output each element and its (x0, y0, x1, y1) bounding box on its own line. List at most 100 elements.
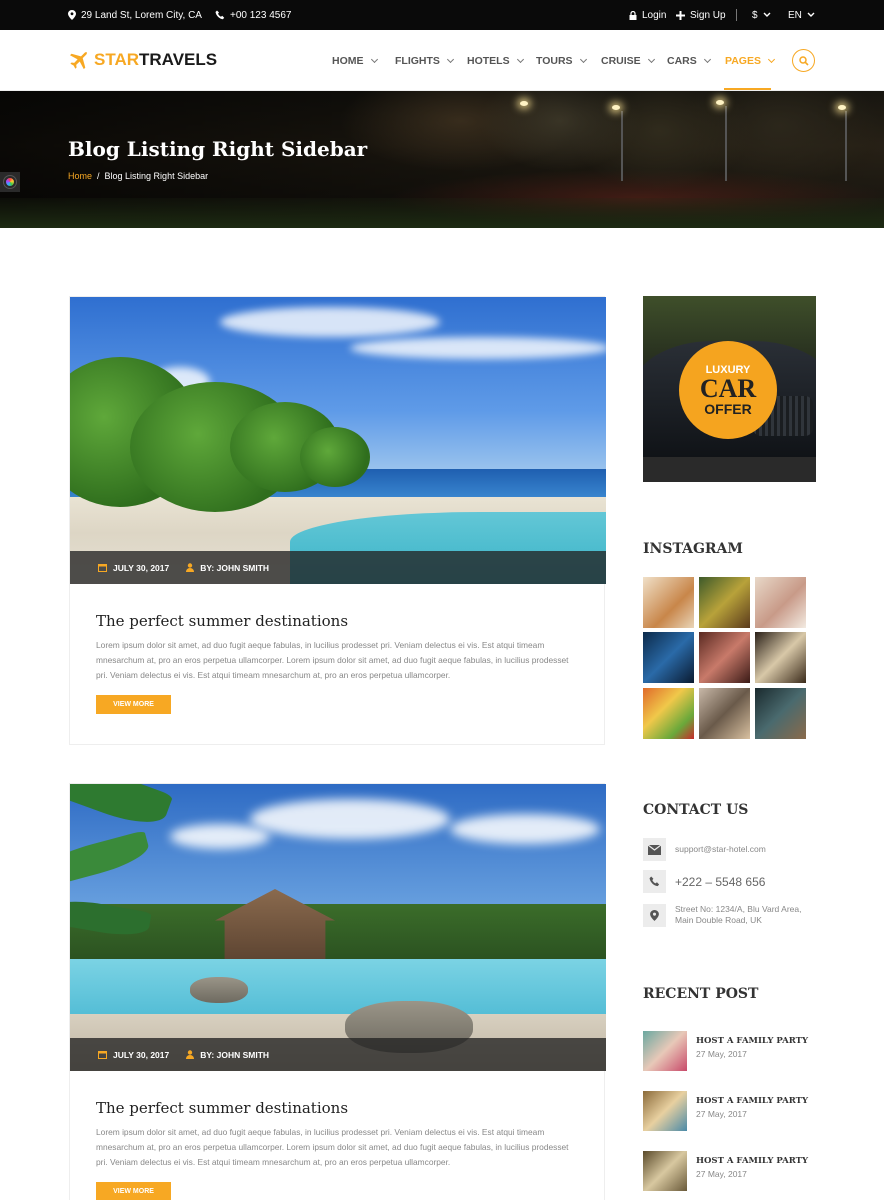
search-button[interactable] (792, 49, 815, 72)
offer-line-2: CAR (699, 373, 757, 403)
post-image-beach[interactable]: JULY 30, 2017 BY: JOHN SMITH (70, 297, 606, 584)
instagram-photo[interactable] (643, 688, 694, 739)
offer-line-3: OFFER (704, 400, 752, 417)
main-header: STAR TRAVELS HOME FLIGHTS HOTELS TOURS CR… (0, 30, 884, 91)
contact-phone[interactable]: +222 – 5548 656 (675, 875, 765, 889)
lamp-post (621, 111, 623, 181)
blog-post-card: JULY 30, 2017 BY: JOHN SMITH The perfect… (69, 783, 606, 1200)
lamp-light (612, 105, 620, 110)
contact-email[interactable]: support@star-hotel.com (675, 844, 766, 855)
view-more-button[interactable]: VIEW MORE (96, 1182, 171, 1200)
recent-post-thumbnail (643, 1031, 687, 1071)
post-date: JULY 30, 2017 (98, 563, 169, 573)
plane-icon (70, 52, 87, 70)
instagram-photo[interactable] (699, 688, 750, 739)
instagram-photo[interactable] (643, 577, 694, 628)
nav-label: CRUISE (601, 54, 641, 67)
instagram-photo[interactable] (643, 632, 694, 683)
contact-address: Street No: 1234/A, Blu Vard Area, Main D… (675, 904, 801, 926)
search-icon (798, 55, 809, 66)
chevron-down-icon (516, 55, 524, 63)
view-more-button[interactable]: VIEW MORE (96, 695, 171, 714)
post-title[interactable]: The perfect summer destinations (96, 1099, 348, 1117)
instagram-photo[interactable] (755, 577, 806, 628)
site-logo[interactable]: STAR TRAVELS (68, 48, 217, 72)
breadcrumb-home-link[interactable]: Home (68, 171, 92, 181)
chevron-down-icon (446, 55, 454, 63)
post-body: The perfect summer destinations Lorem ip… (70, 1071, 604, 1200)
post-excerpt: Lorem ipsum dolor sit amet, ad duo fugit… (96, 640, 569, 680)
recent-post-heading: RECENT POST (643, 986, 759, 1002)
post-title[interactable]: The perfect summer destinations (96, 612, 348, 630)
calendar-icon (98, 564, 107, 572)
luxury-car-offer-banner[interactable]: LUXURY CAR OFFER (643, 296, 816, 482)
post-image-pool[interactable]: JULY 30, 2017 BY: JOHN SMITH (70, 784, 606, 1071)
lock-icon (629, 10, 637, 20)
address-line-1: Street No: 1234/A, Blu Vard Area, (675, 904, 802, 914)
lamp-light (716, 100, 724, 105)
plus-icon (676, 10, 685, 20)
post-excerpt: Lorem ipsum dolor sit amet, ad duo fugit… (96, 1127, 569, 1167)
instagram-heading: INSTAGRAM (643, 541, 743, 557)
chevron-down-icon (370, 55, 378, 63)
currency-dropdown[interactable]: $ (752, 0, 771, 30)
post-author: BY: JOHN SMITH (186, 563, 269, 573)
color-switcher-toggle[interactable] (0, 172, 20, 192)
cloud (220, 307, 440, 337)
contact-address-row: Street No: 1234/A, Blu Vard Area, Main D… (643, 904, 801, 927)
instagram-photo[interactable] (699, 577, 750, 628)
nav-flights[interactable]: FLIGHTS (395, 30, 454, 91)
login-label: Login (642, 9, 667, 21)
post-date-text: JULY 30, 2017 (113, 1049, 170, 1060)
recent-post-item[interactable]: HOST A FAMILY PARTY 27 May, 2017 (643, 1031, 808, 1071)
lamp-light (838, 105, 846, 110)
foliage (300, 427, 370, 487)
recent-post-date: 27 May, 2017 (696, 1169, 747, 1179)
language-dropdown[interactable]: EN (788, 0, 815, 30)
nav-pages[interactable]: PAGES (725, 30, 776, 91)
post-date: JULY 30, 2017 (98, 1050, 169, 1060)
instagram-photo[interactable] (755, 688, 806, 739)
signup-label: Sign Up (690, 9, 726, 21)
chevron-down-icon (767, 55, 776, 63)
active-nav-underline (724, 88, 771, 90)
cloud (450, 814, 600, 844)
recent-post-item[interactable]: HOST A FAMILY PARTY 27 May, 2017 (643, 1151, 808, 1191)
post-date-text: JULY 30, 2017 (113, 562, 170, 573)
address-line-2: Main Double Road, UK (675, 915, 762, 925)
address-info: 29 Land St, Lorem City, CA (68, 0, 202, 30)
nav-tours[interactable]: TOURS (536, 30, 587, 91)
post-author-text[interactable]: BY: JOHN SMITH (200, 563, 269, 573)
recent-post-title: HOST A FAMILY PARTY (696, 1156, 809, 1166)
phone-icon (643, 870, 666, 893)
address-text: 29 Land St, Lorem City, CA (81, 9, 202, 21)
rolled-towel (190, 977, 248, 1003)
lamp-post (725, 106, 727, 181)
nav-home[interactable]: HOME (332, 30, 378, 91)
divider (736, 9, 737, 21)
blog-post-card: JULY 30, 2017 BY: JOHN SMITH The perfect… (69, 296, 606, 745)
instagram-photo[interactable] (755, 632, 806, 683)
recent-post-item[interactable]: HOST A FAMILY PARTY 27 May, 2017 (643, 1091, 808, 1131)
phone-icon (215, 10, 225, 20)
instagram-photo[interactable] (699, 632, 750, 683)
nav-cars[interactable]: CARS (667, 30, 711, 91)
offer-badge: LUXURY CAR OFFER (679, 341, 777, 439)
recent-post-title: HOST A FAMILY PARTY (696, 1096, 809, 1106)
nav-label: TOURS (536, 54, 573, 67)
logo-text-star: STAR (94, 50, 140, 69)
post-author-text[interactable]: BY: JOHN SMITH (200, 1050, 269, 1060)
calendar-icon (98, 1051, 107, 1059)
login-link[interactable]: Login (629, 0, 666, 30)
palm-trees (70, 904, 606, 964)
post-meta-bar: JULY 30, 2017 BY: JOHN SMITH (70, 1038, 606, 1071)
nav-cruise[interactable]: CRUISE (601, 30, 655, 91)
recent-post-date: 27 May, 2017 (696, 1049, 747, 1059)
cloud (170, 824, 270, 849)
nav-hotels[interactable]: HOTELS (467, 30, 524, 91)
hero-ground (0, 198, 884, 228)
signup-link[interactable]: Sign Up (676, 0, 726, 30)
chevron-down-icon (807, 12, 815, 17)
logo-text-travels: TRAVELS (139, 50, 218, 69)
lamp-post (845, 111, 847, 181)
